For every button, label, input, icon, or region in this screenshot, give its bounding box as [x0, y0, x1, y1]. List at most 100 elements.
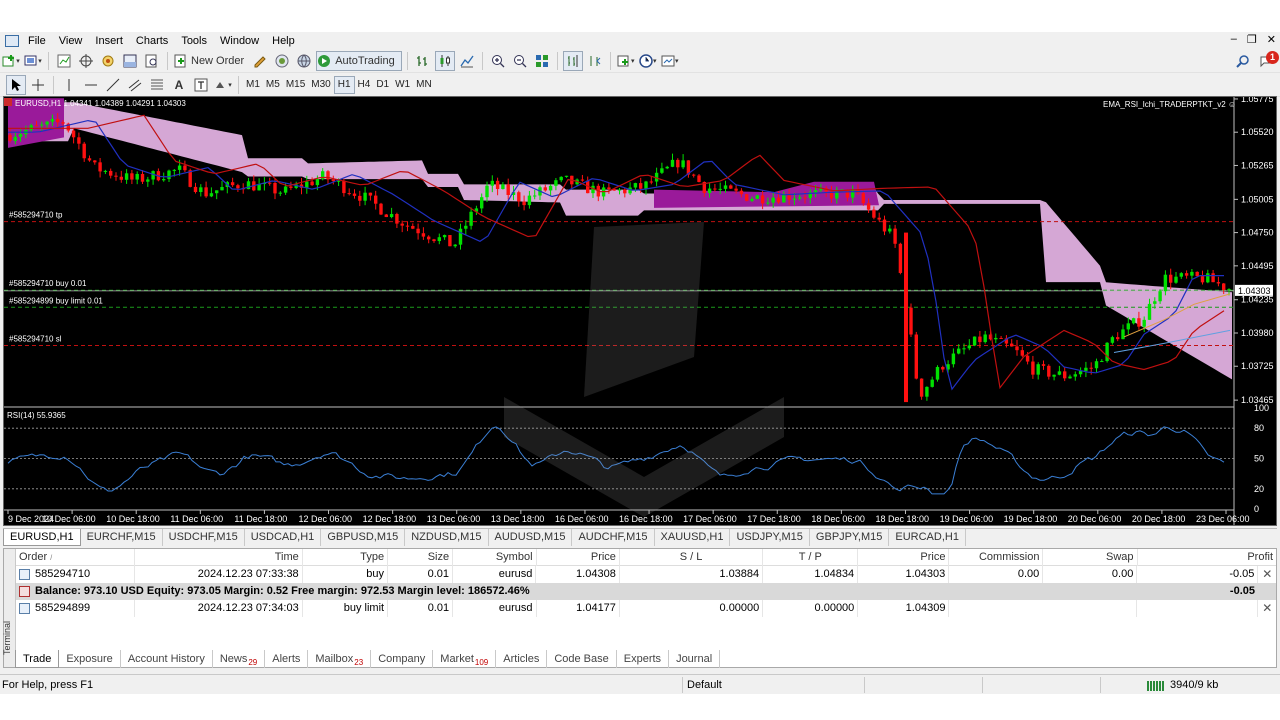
timeframe-mn[interactable]: MN: [413, 76, 435, 94]
terminal-tab-exposure[interactable]: Exposure: [59, 650, 121, 668]
col-header-size[interactable]: Size: [388, 548, 454, 566]
timeframe-m5[interactable]: M5: [263, 76, 283, 94]
status-profile[interactable]: Default: [683, 679, 864, 691]
table-row[interactable]: 585294710 2024.12.23 07:33:38 buy 0.01 e…: [16, 566, 1276, 583]
terminal-tab-alerts[interactable]: Alerts: [265, 650, 309, 668]
metaeditor-button[interactable]: [250, 51, 270, 71]
terminal-button[interactable]: [120, 51, 140, 71]
terminal-tab-news[interactable]: News29: [213, 650, 266, 668]
navigator-button[interactable]: [98, 51, 118, 71]
timeframe-h1[interactable]: H1: [333, 75, 355, 94]
cursor-button[interactable]: [6, 74, 26, 95]
chart-tab-gbpjpy-m15[interactable]: GBPJPY,M15: [810, 529, 890, 546]
chart-canvas[interactable]: #585294710 tp #585294710 buy 0.01 #5852948…: [4, 97, 1276, 525]
connection-status[interactable]: 3940/9 kb: [1147, 679, 1218, 691]
timeframe-d1[interactable]: D1: [373, 76, 392, 94]
col-header-order[interactable]: Order /: [16, 548, 136, 566]
signals-button[interactable]: [272, 51, 292, 71]
crosshair-button[interactable]: [28, 75, 48, 95]
tester-button[interactable]: [142, 51, 162, 71]
equidistant-channel-button[interactable]: [125, 75, 145, 95]
chart-tab-nzdusd-m15[interactable]: NZDUSD,M15: [405, 529, 489, 546]
col-header-price[interactable]: Price: [537, 548, 620, 566]
autoscroll-button[interactable]: [585, 51, 605, 71]
autotrading-button[interactable]: AutoTrading: [316, 50, 402, 71]
chart-tab-audusd-m15[interactable]: AUDUSD,M15: [489, 529, 573, 546]
zoom-out-button[interactable]: [510, 51, 530, 71]
col-header-type[interactable]: Type: [303, 548, 389, 566]
chart-tab-eurcad-h1[interactable]: EURCAD,H1: [889, 529, 966, 546]
new-chart-button[interactable]: ▾: [1, 51, 21, 71]
text-label-button[interactable]: [191, 75, 211, 95]
restore-button[interactable]: ❐: [1247, 33, 1257, 46]
chart-shift-button[interactable]: [562, 50, 583, 71]
search-button[interactable]: [1233, 51, 1253, 71]
col-header-symbol[interactable]: Symbol: [453, 548, 537, 566]
table-row[interactable]: 585294899 2024.12.23 07:34:03 buy limit …: [16, 600, 1276, 617]
profiles-button[interactable]: ▾: [23, 51, 43, 71]
chart-tab-eurchf-m15[interactable]: EURCHF,M15: [81, 529, 163, 546]
col-header-swap[interactable]: Swap: [1043, 548, 1138, 566]
col-header-sl[interactable]: S / L: [620, 548, 764, 566]
chart-tab-xauusd-h1[interactable]: XAUUSD,H1: [655, 529, 731, 546]
timeframe-m30[interactable]: M30: [308, 76, 333, 94]
bull-candle: [29, 125, 33, 131]
text-button[interactable]: A: [169, 75, 189, 95]
new-order-button[interactable]: New Order: [173, 51, 248, 71]
menu-insert[interactable]: Insert: [90, 32, 131, 50]
arrows-button[interactable]: ▾: [213, 75, 233, 95]
terminal-tab-mailbox[interactable]: Mailbox23: [308, 650, 372, 668]
chart-tab-gbpusd-m15[interactable]: GBPUSD,M15: [321, 529, 406, 546]
candlestick-button[interactable]: [434, 50, 455, 71]
indicators-button[interactable]: ▾: [616, 51, 636, 71]
line-chart-button[interactable]: [457, 51, 477, 71]
chart-tab-eurusd-h1[interactable]: EURUSD,H1: [3, 529, 81, 546]
horizontal-line-button[interactable]: [81, 75, 101, 95]
terminal-tab-account-history[interactable]: Account History: [121, 650, 213, 668]
menu-file[interactable]: File: [23, 32, 54, 50]
col-header-commission[interactable]: Commission: [949, 548, 1044, 566]
chart-window[interactable]: #585294710 tp #585294710 buy 0.01 #5852948…: [3, 96, 1277, 526]
vps-button[interactable]: [294, 51, 314, 71]
menu-window[interactable]: Window: [215, 32, 267, 50]
chart-tab-usdcad-h1[interactable]: USDCAD,H1: [245, 529, 322, 546]
menu-charts[interactable]: Charts: [131, 32, 176, 50]
terminal-tab-experts[interactable]: Experts: [617, 650, 670, 668]
bar-chart-button[interactable]: [413, 51, 433, 71]
timeframe-w1[interactable]: W1: [392, 76, 413, 94]
fibonacci-button[interactable]: [147, 75, 167, 95]
terminal-tab-company[interactable]: Company: [371, 650, 434, 668]
col-header-tp[interactable]: T / P: [763, 548, 859, 566]
menu-tools[interactable]: Tools: [176, 32, 215, 50]
close-order-icon[interactable]: ✕: [1258, 566, 1276, 583]
periods-button[interactable]: ▾: [638, 51, 658, 71]
col-header-profit[interactable]: Profit: [1138, 549, 1277, 566]
terminal-tab-code-base[interactable]: Code Base: [547, 650, 617, 668]
terminal-tab-trade[interactable]: Trade: [15, 650, 60, 668]
minimize-button[interactable]: ‒: [1231, 33, 1237, 46]
data-window-button[interactable]: [76, 51, 96, 71]
trendline-button[interactable]: [103, 75, 123, 95]
col-header-time[interactable]: Time: [135, 548, 303, 566]
notifications-button[interactable]: 1: [1255, 50, 1279, 71]
terminal-tab-articles[interactable]: Articles: [496, 650, 548, 668]
menu-view[interactable]: View: [54, 32, 91, 50]
market-watch-button[interactable]: [54, 51, 74, 71]
chart-tab-usdchf-m15[interactable]: USDCHF,M15: [163, 529, 245, 546]
timeframe-h4[interactable]: H4: [355, 76, 374, 94]
delete-order-icon[interactable]: ✕: [1258, 600, 1276, 617]
col-header-cur-price[interactable]: Price: [858, 548, 950, 566]
terminal-tab-journal[interactable]: Journal: [669, 650, 721, 668]
menu-help[interactable]: Help: [267, 32, 303, 50]
tile-windows-button[interactable]: [532, 51, 552, 71]
terminal-tab-market[interactable]: Market109: [433, 650, 497, 668]
market-watch-icon: [57, 54, 71, 67]
vertical-line-button[interactable]: [59, 75, 79, 95]
timeframe-m15[interactable]: M15: [283, 76, 308, 94]
close-button[interactable]: ✕: [1267, 33, 1276, 46]
chart-tab-audchf-m15[interactable]: AUDCHF,M15: [572, 529, 655, 546]
timeframe-m1[interactable]: M1: [243, 76, 263, 94]
templates-button[interactable]: ▾: [660, 51, 680, 71]
chart-tab-usdjpy-m15[interactable]: USDJPY,M15: [730, 529, 810, 546]
zoom-in-button[interactable]: [488, 51, 508, 71]
